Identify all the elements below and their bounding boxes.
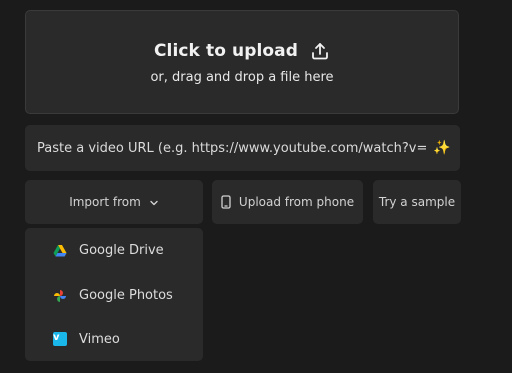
upload-dropzone[interactable]: Click to upload or, drag and drop a file… <box>25 10 459 114</box>
upload-page: Click to upload or, drag and drop a file… <box>0 0 512 373</box>
upload-from-phone-label: Upload from phone <box>238 195 355 209</box>
chevron-down-icon <box>149 197 159 207</box>
import-menu: Google Drive Google Photos v Vimeo <box>25 228 203 361</box>
menu-item-google-drive[interactable]: Google Drive <box>25 232 203 268</box>
menu-item-label: Google Drive <box>79 242 164 258</box>
upload-title: Click to upload <box>153 41 299 61</box>
sparkle-icon[interactable]: ✨ <box>430 140 454 156</box>
try-sample-button[interactable]: Try a sample <box>373 180 461 224</box>
try-sample-label: Try a sample <box>378 195 456 209</box>
video-url-input[interactable] <box>37 140 426 156</box>
google-drive-icon <box>53 243 67 257</box>
video-url-field: ✨ <box>25 125 460 171</box>
upload-icon <box>310 41 330 61</box>
upload-subtitle: or, drag and drop a file here <box>150 70 334 85</box>
menu-item-label: Vimeo <box>79 331 120 347</box>
upload-title-row: Click to upload <box>26 41 458 61</box>
vimeo-icon: v <box>53 332 67 346</box>
menu-item-label: Google Photos <box>79 287 173 303</box>
google-photos-icon <box>53 288 67 302</box>
phone-icon <box>221 195 231 209</box>
import-from-button[interactable]: Import from <box>25 180 203 224</box>
import-from-label: Import from <box>69 195 141 209</box>
menu-item-vimeo[interactable]: v Vimeo <box>25 321 203 357</box>
menu-item-google-photos[interactable]: Google Photos <box>25 277 203 313</box>
upload-from-phone-button[interactable]: Upload from phone <box>212 180 363 224</box>
